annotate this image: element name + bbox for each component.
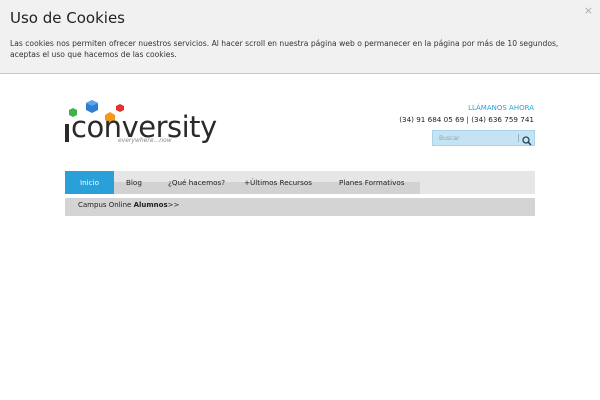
search-divider [518,134,519,142]
search-button[interactable] [520,132,534,146]
cookie-text: Las cookies nos permiten ofrecer nuestro… [10,39,559,59]
search-input[interactable] [433,131,517,145]
cookie-title: Uso de Cookies [10,9,125,27]
campus-online-link[interactable]: Campus Online Alumnos>> [78,201,179,209]
nav-item-ultimos-recursos[interactable]: +Últimos Recursos [244,171,312,194]
phone-numbers[interactable]: (34) 91 684 05 69 | (34) 636 759 741 [399,115,534,124]
nav-item-planes-formativos[interactable]: Planes Formativos [339,171,404,194]
site-logo[interactable]: conversity everywhere...now [62,100,217,150]
cookie-banner: Uso de Cookies Las cookies nos permiten … [0,0,600,74]
campus-prefix: Campus Online [78,201,134,209]
campus-alumnos: Alumnos [133,201,168,209]
search-icon [522,136,532,146]
campus-suffix: >> [167,201,180,209]
call-now-label: LLÁMANOS AHORA [468,104,534,112]
nav-item-que-hacemos[interactable]: ¿Qué hacemos? [168,171,225,194]
logo-tagline: everywhere...now [118,137,172,144]
search-box [432,130,535,146]
nav-item-blog[interactable]: Blog [126,171,142,194]
close-icon[interactable]: × [584,4,593,17]
nav-item-inicio[interactable]: Inicio [65,171,114,194]
